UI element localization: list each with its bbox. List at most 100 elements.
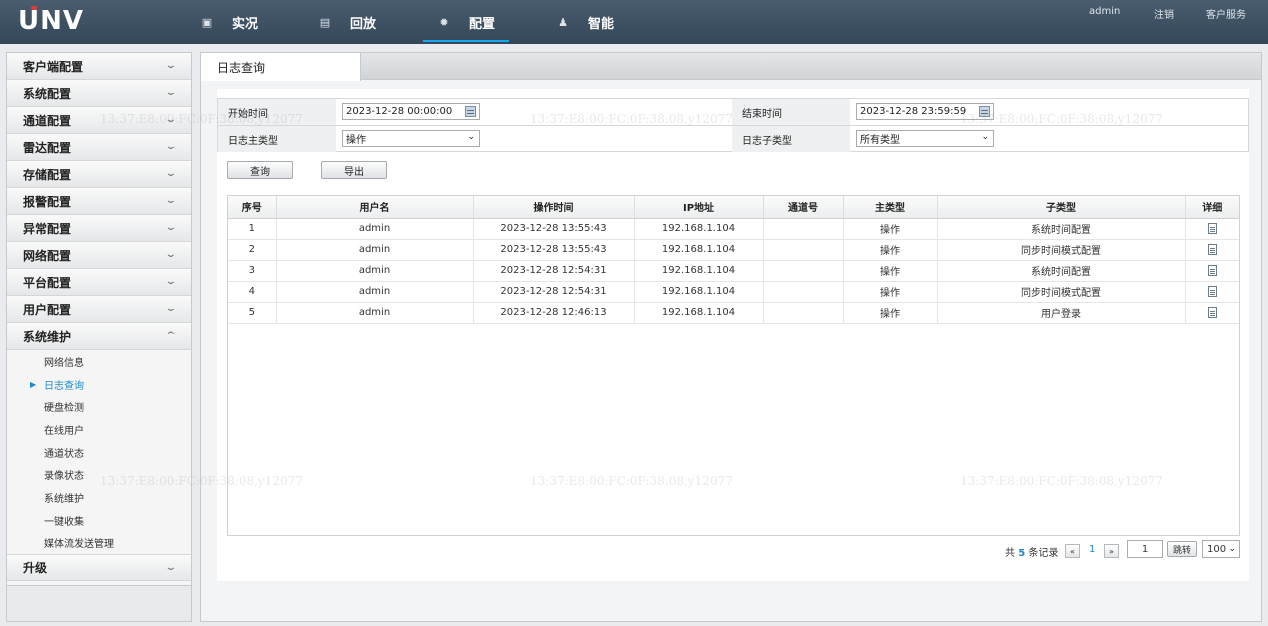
cell-no: 1 [228,218,277,240]
document-icon[interactable] [1207,285,1217,297]
document-icon[interactable] [1207,306,1217,318]
cell-time: 2023-12-28 12:46:13 [473,302,635,324]
nav-live[interactable]: ▣ 实况 [200,0,258,44]
prev-page-button[interactable]: « [1065,544,1080,558]
sidebar-item-network-info[interactable]: 网络信息 [7,350,191,373]
sidebar-item-media-stream[interactable]: 媒体流发送管理 [7,532,191,555]
sidebar-section-label: 用户配置 [23,302,72,317]
nav-smart[interactable]: ♟ 智能 [556,0,614,44]
main-type-value: 操作 [346,135,366,146]
chevron-down-icon: ⌄ [165,88,178,98]
sidebar-item-disk-check[interactable]: 硬盘检测 [7,395,191,418]
sidebar-section-storage[interactable]: 存储配置 ⌄ [7,161,191,188]
cell-detail [1185,239,1239,261]
sidebar-section-client[interactable]: 客户端配置 ⌄ [7,53,191,80]
calendar-icon[interactable] [465,106,476,117]
sidebar-item-one-click-collect[interactable]: 一键收集 [7,509,191,532]
log-table-container[interactable]: 序号 用户名 操作时间 IP地址 通道号 主类型 子类型 详细 1 admin [227,195,1240,536]
cell-time: 2023-12-28 12:54:31 [473,281,635,303]
document-icon[interactable] [1207,222,1217,234]
sidebar-section-user[interactable]: 用户配置 ⌄ [7,296,191,323]
document-icon[interactable] [1207,243,1217,255]
cell-detail [1185,302,1239,324]
page-number-input[interactable]: 1 [1127,540,1163,558]
chevron-down-icon: ⌄ [165,223,178,233]
table-row[interactable]: 5 admin 2023-12-28 12:46:13 192.168.1.10… [228,302,1239,324]
sidebar-item-channel-status[interactable]: 通道状态 [7,441,191,464]
cell-channel [763,239,844,261]
sidebar-item-label: 媒体流发送管理 [44,539,114,551]
cell-ip: 192.168.1.104 [634,218,764,240]
sidebar-section-label: 报警配置 [23,194,72,209]
nav-playback[interactable]: ▤ 回放 [318,0,376,44]
nav-config-label: 配置 [469,16,496,32]
sub-type-select[interactable]: 所有类型 ⌄ [856,130,994,147]
cell-channel [763,281,844,303]
cell-user: admin [276,218,474,240]
chevron-down-icon: ⌄ [165,115,178,125]
chevron-down-icon: ⌄ [1228,544,1236,554]
col-header-main-type[interactable]: 主类型 [843,196,938,219]
cell-ip: 192.168.1.104 [634,281,764,303]
cell-main-type: 操作 [843,239,938,261]
record-count-prefix: 共 [1005,548,1015,559]
page-size-select[interactable]: 100 ⌄ [1202,540,1240,558]
col-header-channel[interactable]: 通道号 [763,196,844,219]
sidebar-section-system[interactable]: 系统配置 ⌄ [7,80,191,107]
logout-link[interactable]: 注销 [1154,6,1174,21]
col-header-no[interactable]: 序号 [228,196,277,219]
person-icon: ♟ [558,15,568,29]
sidebar-section-label: 存储配置 [23,167,72,182]
sidebar-section-channel[interactable]: 通道配置 ⌄ [7,107,191,134]
tab-strip: 日志查询 [201,53,1261,81]
col-header-ip[interactable]: IP地址 [634,196,764,219]
sidebar-item-system-maintenance[interactable]: 系统维护 [7,486,191,509]
cell-user: admin [276,302,474,324]
sidebar-section-exception[interactable]: 异常配置 ⌄ [7,215,191,242]
sidebar-section-radar[interactable]: 雷达配置 ⌄ [7,134,191,161]
chevron-down-icon: ⌄ [165,250,178,260]
table-row[interactable]: 2 admin 2023-12-28 13:55:43 192.168.1.10… [228,239,1239,261]
table-row[interactable]: 4 admin 2023-12-28 12:54:31 192.168.1.10… [228,281,1239,303]
sidebar-item-online-users[interactable]: 在线用户 [7,418,191,441]
cell-time: 2023-12-28 12:54:31 [473,260,635,282]
sidebar-section-alarm[interactable]: 报警配置 ⌄ [7,188,191,215]
query-button[interactable]: 查询 [227,161,293,179]
cell-main-type: 操作 [843,260,938,282]
main-panel: 日志查询 开始时间 2023-12-28 00:00:00 结束时间 2023-… [200,52,1262,622]
sidebar-item-log-query[interactable]: ▶ 日志查询 [7,373,191,396]
sidebar-section-upgrade[interactable]: 升级 ⌄ [7,554,191,582]
chevron-down-icon: ⌄ [165,142,178,152]
col-header-sub-type[interactable]: 子类型 [937,196,1186,219]
calendar-icon[interactable] [979,106,990,117]
main-type-select[interactable]: 操作 ⌄ [342,130,480,147]
table-row[interactable]: 1 admin 2023-12-28 13:55:43 192.168.1.10… [228,218,1239,240]
jump-button[interactable]: 跳转 [1167,541,1197,557]
end-time-input[interactable]: 2023-12-28 23:59:59 [856,103,994,120]
col-header-time[interactable]: 操作时间 [473,196,635,219]
sidebar-section-network[interactable]: 网络配置 ⌄ [7,242,191,269]
sidebar-section-label: 异常配置 [23,221,72,236]
nav-config[interactable]: ✹ 配置 [422,0,510,44]
sidebar-section-maintenance[interactable]: 系统维护 ⌃ [7,323,191,350]
cell-sub-type: 系统时间配置 [937,218,1186,240]
sidebar-item-label: 日志查询 [44,380,84,392]
cell-time: 2023-12-28 13:55:43 [473,218,635,240]
col-header-detail[interactable]: 详细 [1185,196,1239,219]
sidebar-section-label: 网络配置 [23,248,72,263]
tab-log-query[interactable]: 日志查询 [201,53,361,81]
cell-user: admin [276,239,474,261]
customer-service-link[interactable]: 客户服务 [1206,6,1246,21]
export-button[interactable]: 导出 [321,161,387,179]
start-time-label: 开始时间 [218,99,336,125]
start-time-input[interactable]: 2023-12-28 00:00:00 [342,103,480,120]
document-icon[interactable] [1207,264,1217,276]
cell-no: 3 [228,260,277,282]
sub-type-value: 所有类型 [860,135,900,146]
col-header-user[interactable]: 用户名 [276,196,474,219]
sidebar-item-record-status[interactable]: 录像状态 [7,463,191,486]
cell-detail [1185,260,1239,282]
next-page-button[interactable]: » [1104,544,1119,558]
sidebar-section-platform[interactable]: 平台配置 ⌄ [7,269,191,296]
table-row[interactable]: 3 admin 2023-12-28 12:54:31 192.168.1.10… [228,260,1239,282]
